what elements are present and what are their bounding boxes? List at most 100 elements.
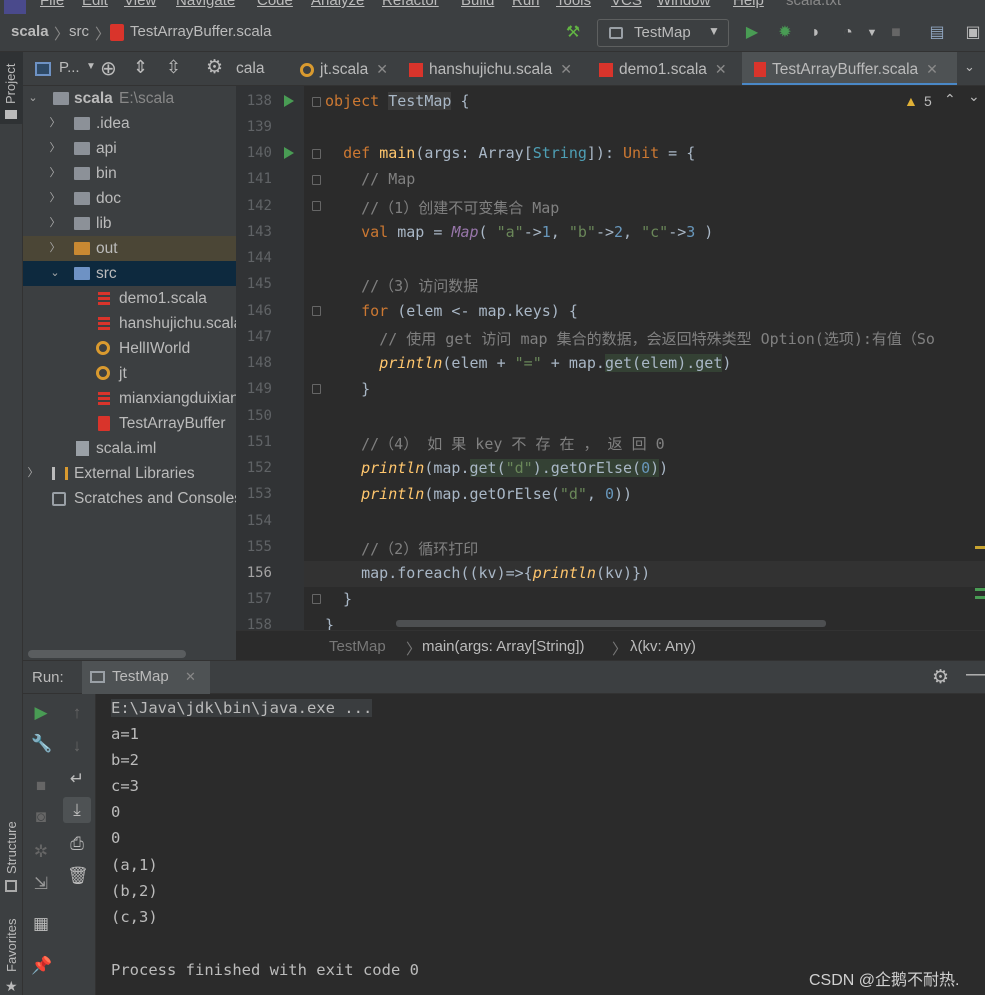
tree-item-jt[interactable]: jt — [23, 361, 236, 386]
close-icon[interactable]: ✕ — [926, 61, 938, 77]
menu-vcs[interactable]: VCS — [611, 0, 642, 9]
tab-testarraybuffer[interactable]: TestArrayBuffer.scala ✕ — [742, 52, 957, 85]
run-icon[interactable]: ▶ — [742, 23, 762, 43]
structure-icon[interactable] — [5, 880, 17, 892]
project-structure-icon[interactable]: ▤ — [927, 23, 947, 43]
editor-hscrollbar[interactable] — [396, 620, 826, 627]
gear-icon[interactable]: ⚙ — [206, 56, 223, 79]
breadcrumb-object[interactable]: TestMap — [329, 638, 386, 655]
profile-icon[interactable]: ◔ — [838, 23, 858, 43]
breadcrumb-method[interactable]: main(args: Array[String]) — [422, 638, 585, 655]
run-console[interactable]: E:\Java\jdk\bin\java.exe ... a=1 b=2 c=3… — [96, 694, 985, 995]
minimize-icon[interactable]: — — [966, 663, 985, 686]
close-icon[interactable]: ✕ — [376, 61, 388, 77]
tree-item-scratches[interactable]: Scratches and Consoles — [23, 486, 236, 511]
structure-tool-label[interactable]: Structure — [4, 821, 19, 874]
tree-item-bin[interactable]: 〉 bin — [23, 161, 236, 186]
run-gutter-icon[interactable] — [284, 95, 294, 107]
menu-file[interactable]: File — [40, 0, 64, 9]
menu-refactor[interactable]: Refactor — [382, 0, 439, 9]
tree-item-api[interactable]: 〉 api — [23, 136, 236, 161]
wrench-icon[interactable]: 🔧 — [31, 734, 52, 754]
debug-icon[interactable]: ✹ — [775, 23, 795, 43]
warning-count[interactable]: 5 — [924, 93, 932, 109]
close-icon[interactable]: ✕ — [715, 61, 727, 77]
arrow-down-icon[interactable]: ↓ — [67, 736, 87, 756]
fold-icon[interactable] — [312, 594, 321, 604]
profile-dropdown-icon[interactable]: ▼ — [862, 23, 882, 43]
tab-hanshujichu[interactable]: hanshujichu.scala ✕ — [409, 52, 572, 85]
menu-tools[interactable]: Tools — [556, 0, 591, 9]
tree-item-helliworld[interactable]: HellIWorld — [23, 336, 236, 361]
menu-edit[interactable]: Edit — [82, 0, 108, 9]
build-hammer-icon[interactable]: ⚒ — [563, 23, 583, 43]
scroll-to-end-icon[interactable]: ⤓ — [67, 800, 87, 820]
coverage-icon[interactable]: ◗ — [806, 23, 826, 43]
run-gutter-icon[interactable] — [284, 147, 294, 159]
stop-icon[interactable]: ■ — [31, 776, 51, 796]
tree-item-mianxiangduixiang[interactable]: mianxiangduixiang — [23, 386, 236, 411]
tree-item-demo1[interactable]: demo1.scala — [23, 286, 236, 311]
fold-icon[interactable] — [312, 201, 321, 211]
chevron-up-icon[interactable]: ⌃ — [944, 91, 956, 108]
tree-item-external-libraries[interactable]: 〉 External Libraries — [23, 461, 236, 486]
favorites-tool-label[interactable]: Favorites — [4, 919, 19, 972]
fold-icon[interactable] — [312, 97, 321, 107]
project-tool-button[interactable]: Project — [0, 52, 23, 124]
tree-item-doc[interactable]: 〉 doc — [23, 186, 236, 211]
rerun-icon[interactable]: ▶ — [31, 703, 51, 723]
tree-item-lib[interactable]: 〉 lib — [23, 211, 236, 236]
stop-icon[interactable]: ■ — [886, 23, 906, 43]
tree-item-testarraybuffer[interactable]: TestArrayBuffer — [23, 411, 236, 436]
code-editor[interactable]: 138 139 140 141 142 143 144 145 146 147 … — [236, 86, 985, 630]
tree-item-scala-iml[interactable]: scala.iml — [23, 436, 236, 461]
menu-help[interactable]: Help — [733, 0, 764, 9]
tab-demo1[interactable]: demo1.scala ✕ — [599, 52, 727, 85]
close-icon[interactable]: ✕ — [185, 669, 196, 685]
chevron-down-icon[interactable]: ▼ — [86, 61, 96, 72]
nav-folder[interactable]: src — [69, 23, 89, 40]
tab-jt[interactable]: jt.scala ✕ — [300, 52, 388, 85]
close-icon[interactable]: ✕ — [560, 61, 572, 77]
nav-file[interactable]: TestArrayBuffer.scala — [130, 23, 271, 40]
menu-navigate[interactable]: Navigate — [176, 0, 235, 9]
fold-icon[interactable] — [312, 384, 321, 394]
presentation-icon[interactable]: ▣ — [963, 23, 983, 43]
breadcrumb-lambda[interactable]: λ(kv: Any) — [630, 638, 696, 655]
nav-project[interactable]: scala — [11, 23, 49, 40]
exit-icon[interactable]: ⇲ — [31, 874, 51, 894]
tree-item-hanshujichu[interactable]: hanshujichu.scala — [23, 311, 236, 336]
collapse-all-icon[interactable]: ⇳ — [166, 57, 181, 78]
run-tab-testmap[interactable]: TestMap ✕ — [82, 661, 210, 694]
gear-icon[interactable]: ⚙ — [932, 666, 949, 689]
fold-icon[interactable] — [312, 175, 321, 185]
menu-view[interactable]: View — [124, 0, 156, 9]
trash-icon[interactable]: 🗑 — [67, 866, 89, 886]
camera-icon[interactable]: ◙ — [31, 807, 51, 827]
print-icon[interactable]: ⎙ — [67, 834, 87, 854]
menu-build[interactable]: Build — [461, 0, 494, 9]
warning-icon[interactable]: ▲ — [904, 93, 918, 109]
tree-item-idea[interactable]: 〉 .idea — [23, 111, 236, 136]
project-view-selector[interactable]: P... — [59, 59, 80, 76]
menu-window[interactable]: Window — [657, 0, 710, 9]
menu-analyze[interactable]: Analyze — [311, 0, 364, 9]
expand-all-icon[interactable]: ⇕ — [133, 57, 148, 78]
tree-scrollbar[interactable] — [28, 650, 186, 658]
restore-icon[interactable]: ✲ — [31, 842, 51, 862]
layout-icon[interactable]: ▦ — [31, 914, 51, 934]
menu-run[interactable]: Run — [512, 0, 540, 9]
fold-icon[interactable] — [312, 306, 321, 316]
pin-icon[interactable]: 📌 — [31, 956, 52, 976]
tabs-overflow-icon[interactable]: ⌄ — [964, 59, 975, 75]
run-config-dropdown[interactable]: TestMap ▼ — [597, 19, 729, 47]
arrow-up-icon[interactable]: ↑ — [67, 703, 87, 723]
tree-item-out[interactable]: 〉 out — [23, 236, 236, 261]
soft-wrap-icon[interactable]: ↵ — [67, 769, 87, 789]
star-icon[interactable]: ★ — [5, 978, 18, 995]
locate-file-icon[interactable]: ⊕ — [100, 56, 117, 81]
tab-partial[interactable]: cala — [236, 52, 264, 85]
chevron-down-icon[interactable]: ⌄ — [968, 88, 980, 105]
tree-item-src[interactable]: ⌄ src — [23, 261, 236, 286]
tree-root[interactable]: ⌄ scala E:\scala — [23, 86, 236, 111]
